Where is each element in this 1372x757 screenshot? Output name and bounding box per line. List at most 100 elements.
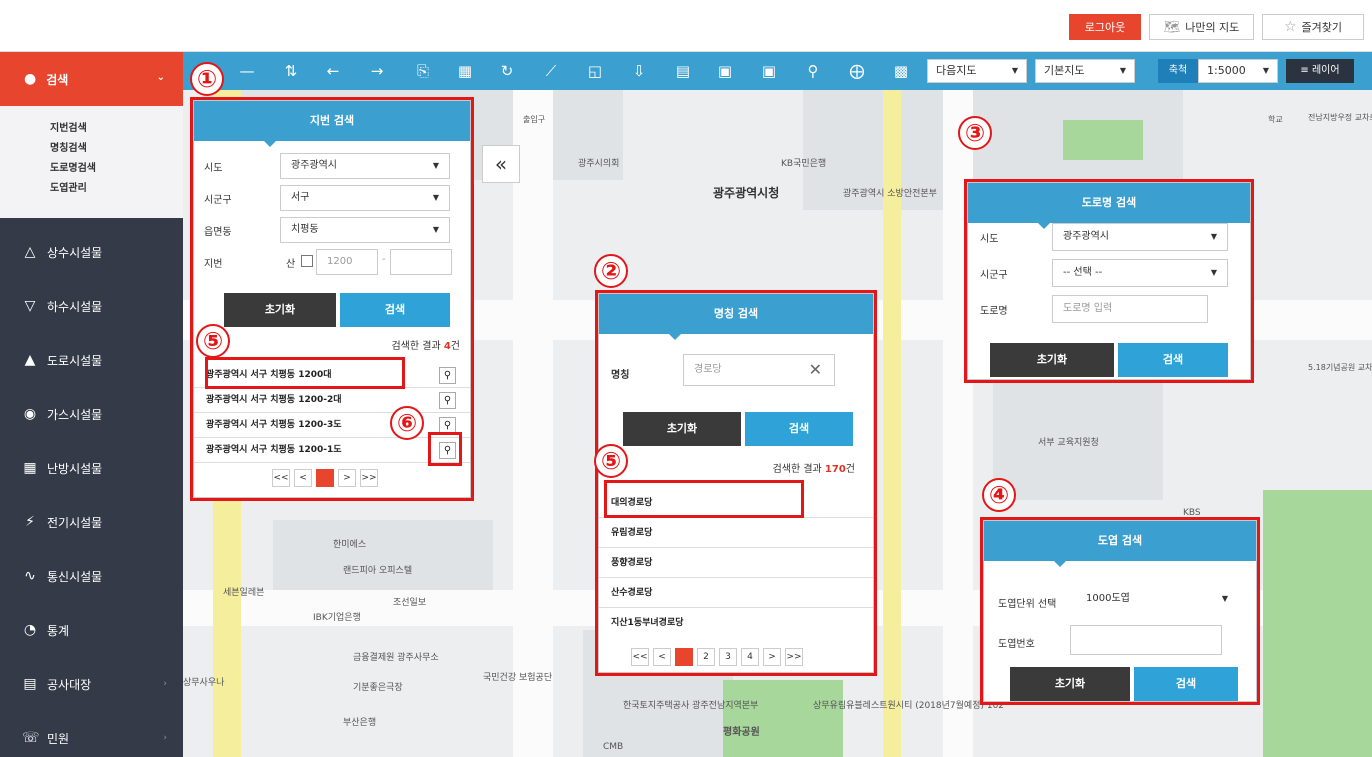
logout-button[interactable]: 로그아웃 [1069, 14, 1141, 40]
collapse-panel-button[interactable]: « [482, 145, 520, 183]
map-label-jeonnam: 전남지방우정 교차로 [1308, 113, 1372, 122]
sidebar-item-stats[interactable]: ◔ 통계 [0, 603, 183, 657]
phone-icon: ☏ [22, 730, 40, 746]
map-label-ibk: IBK기업은행 [313, 613, 361, 623]
camera-icon[interactable]: ▩ [889, 59, 913, 83]
map-label-sangmusaeng: 상무사우나 [183, 678, 225, 688]
my-map-button[interactable]: 🗺 나만의 지도 [1149, 14, 1254, 40]
search-icon[interactable]: ⚲ [801, 59, 825, 83]
sidebar-item-complaint[interactable]: ☏ 민원 › [0, 711, 183, 757]
map-label-park: 평화공원 [723, 727, 760, 738]
annotation-box-3 [964, 179, 1254, 383]
document-search-icon: ▤ [23, 676, 37, 692]
annotation-box-4 [980, 517, 1260, 705]
map-label-geumyung: 금융결제원 광주사무소 [353, 653, 439, 663]
favorites-label: 즐겨찾기 [1301, 21, 1343, 34]
signal-icon: ∿ [24, 568, 36, 584]
map-label-seobu: 세븐일레븐 [223, 588, 265, 598]
heating-icon: ▦ [23, 460, 37, 476]
map-toolbar: + — ⇅ ← → ⎘ ▦ ↻ ⟋ ◱ ⇩ ▤ ▣ ▣ ⚲ ⨁ ▩ 다음지도▼ … [183, 52, 1372, 90]
sidebar-item-water[interactable]: △ 상수시설물 [0, 225, 183, 279]
submenu-name[interactable]: 명칭검색 [0, 139, 183, 159]
map-label-chulgu: 출입구 [523, 115, 546, 124]
image-icon[interactable]: ▤ [671, 59, 695, 83]
sidebar-search-label: 검색 [46, 72, 69, 87]
annotation-number-2: ② [594, 254, 628, 288]
sidebar-item-construction[interactable]: ▤ 공사대장 › [0, 657, 183, 711]
arrow-right-icon[interactable]: → [365, 59, 389, 83]
sidebar-item-heating[interactable]: ▦ 난방시설물 [0, 441, 183, 495]
refresh-icon[interactable]: ↻ [495, 59, 519, 83]
chevron-right-icon: › [163, 733, 167, 743]
sidebar-label: 공사대장 [47, 677, 92, 692]
polygon-icon[interactable]: ▣ [757, 59, 781, 83]
sidebar-label: 가스시설물 [47, 407, 103, 422]
top-bar: 로그아웃 🗺 나만의 지도 ☆ 즐겨찾기 [0, 0, 1372, 52]
sidebar-label: 도로시설물 [47, 353, 103, 368]
area-icon[interactable]: ◱ [583, 59, 607, 83]
layers-icon: ≡ [1300, 65, 1312, 76]
annotation-box-5a [205, 357, 405, 389]
map-label-518: 5.18기념공원 교차로 [1308, 363, 1372, 372]
dropdown-arrow-icon: ▼ [1262, 66, 1269, 75]
screen-icon[interactable]: ▣ [713, 59, 737, 83]
sidebar-item-road[interactable]: ▲ 도로시설물 [0, 333, 183, 387]
sidebar-label: 하수시설물 [47, 299, 103, 314]
sidebar-label: 민원 [47, 731, 70, 746]
zoom-out-icon[interactable]: — [235, 59, 259, 83]
map-label-joseon: 조선일보 [393, 598, 427, 608]
layer-button[interactable]: ≡ 레이어 [1286, 59, 1354, 83]
fullscreen-icon[interactable]: ⨁ [845, 59, 869, 83]
ruler-icon[interactable]: ⟋ [539, 59, 563, 83]
map-label-cmb: CMB [603, 742, 624, 752]
sidebar-label: 전기시설물 [47, 515, 103, 530]
map-label-gukmin: 국민건강 보험공단 [483, 673, 553, 683]
sidebar-item-telecom[interactable]: ∿ 통신시설물 [0, 549, 183, 603]
scale-value: 1:5000 [1207, 64, 1246, 77]
submenu-doyeop[interactable]: 도엽관리 [0, 179, 183, 199]
map-label-kb: KB국민은행 [781, 159, 827, 169]
next-map-value: 다음지도 [936, 64, 977, 77]
grid-icon[interactable]: ▦ [453, 59, 477, 83]
layer-label: 레이어 [1311, 65, 1340, 76]
map-label-lh: 한국토지주택공사 광주전남지역본부 [623, 701, 759, 711]
sidebar-item-gas[interactable]: ◉ 가스시설물 [0, 387, 183, 441]
gas-icon: ◉ [23, 406, 37, 422]
favorites-button[interactable]: ☆ 즐겨찾기 [1262, 14, 1364, 40]
map-label-sangmu: 상무유림유블레스트원시티 (2018년7월예정) 102 [813, 701, 1005, 711]
map-label-edu: 서부 교육지원청 [1038, 438, 1099, 448]
pie-chart-icon: ◔ [23, 622, 37, 638]
base-map-value: 기본지도 [1044, 64, 1085, 77]
annotation-number-3: ③ [958, 116, 992, 150]
swap-icon[interactable]: ⇅ [279, 59, 303, 83]
arrow-left-icon[interactable]: ← [321, 59, 345, 83]
sidebar-item-sewer[interactable]: ▽ 하수시설물 [0, 279, 183, 333]
next-map-select[interactable]: 다음지도 ▼ [927, 59, 1027, 83]
map-label-school: 학교 [1268, 115, 1283, 124]
scale-label: 축척 [1158, 59, 1198, 83]
annotation-number-1: ① [190, 62, 224, 96]
annotation-number-5b: ⑤ [594, 444, 628, 478]
sidebar-label: 상수시설물 [47, 245, 103, 260]
star-icon: ☆ [1283, 19, 1297, 35]
scale-select[interactable]: 1:5000 ▼ [1198, 59, 1278, 83]
download-icon[interactable]: ⇩ [627, 59, 651, 83]
map-label-hanmi: 한미에스 [333, 540, 367, 550]
chevron-down-icon: ⌄ [156, 72, 165, 83]
map-label-gibon: 기분좋은극장 [353, 683, 403, 693]
chevron-right-icon: › [163, 679, 167, 689]
sidebar-label: 통계 [47, 623, 70, 638]
triangle-up-icon: △ [24, 244, 36, 260]
base-map-select[interactable]: 기본지도 ▼ [1035, 59, 1135, 83]
submenu-road[interactable]: 도로명검색 [0, 159, 183, 179]
annotation-box-5b [604, 480, 804, 518]
search-submenu: 지번검색 명칭검색 도로명검색 도엽관리 [0, 106, 183, 218]
sidebar: ● 검색 ⌄ 지번검색 명칭검색 도로명검색 도엽관리 △ 상수시설물 ▽ 하수시설… [0, 52, 183, 757]
sidebar-label: 통신시설물 [47, 569, 103, 584]
logout-label: 로그아웃 [1084, 21, 1126, 34]
submenu-jibun[interactable]: 지번검색 [0, 119, 183, 139]
sidebar-item-search[interactable]: ● 검색 ⌄ [0, 52, 183, 106]
sidebar-item-electric[interactable]: ⚡ 전기시설물 [0, 495, 183, 549]
map-label-busan: 부산은행 [343, 718, 377, 728]
print-icon[interactable]: ⎘ [411, 59, 435, 83]
